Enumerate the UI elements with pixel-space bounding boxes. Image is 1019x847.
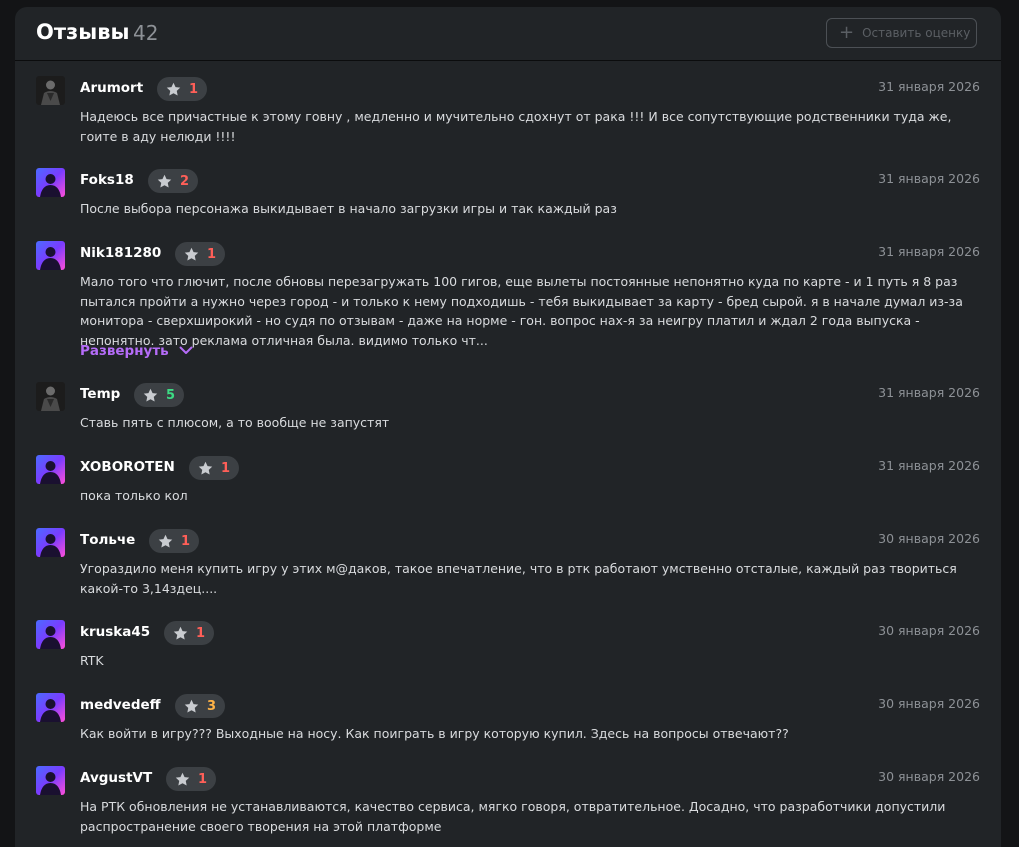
- review-text: Мало того что глючит, после обновы перез…: [80, 274, 963, 348]
- expand-button[interactable]: Развернуть: [80, 343, 193, 359]
- review-date: 31 января 2026: [878, 458, 980, 473]
- rating-badge: 1: [166, 767, 217, 791]
- review-text: После выбора персонажа выкидывает в нача…: [80, 201, 617, 216]
- review-text: Как войти в игру??? Выходные на носу. Ка…: [80, 726, 789, 741]
- rating-badge: 1: [189, 456, 240, 480]
- review-author[interactable]: medvedeff: [80, 697, 161, 713]
- rating-badge: 1: [157, 77, 208, 101]
- review-author[interactable]: Temp: [80, 386, 120, 402]
- rating-badge: 1: [164, 621, 215, 645]
- review-date: 31 января 2026: [878, 79, 980, 94]
- review-text: RTK: [80, 653, 104, 668]
- rating-value: 1: [221, 460, 231, 476]
- star-icon: [157, 174, 172, 188]
- review-text: Надеюсь все причастные к этому говну , м…: [80, 109, 952, 144]
- review-author[interactable]: Nik181280: [80, 245, 161, 261]
- leave-rating-label: Оставить оценку: [862, 26, 971, 40]
- avatar[interactable]: [36, 76, 65, 105]
- reviews-panel: Отзывы 42 + Оставить оценку Arumort 1 31 я…: [15, 7, 1001, 847]
- avatar[interactable]: [36, 241, 65, 270]
- review-date: 31 января 2026: [878, 244, 980, 259]
- review-author[interactable]: Arumort: [80, 80, 143, 96]
- review-author[interactable]: Foks18: [80, 172, 134, 188]
- chevron-down-icon: [179, 343, 193, 359]
- avatar[interactable]: [36, 382, 65, 411]
- avatar[interactable]: [36, 168, 65, 197]
- avatar[interactable]: [36, 620, 65, 649]
- review-date: 31 января 2026: [878, 385, 980, 400]
- star-icon: [173, 626, 188, 640]
- star-icon: [143, 388, 158, 402]
- rating-value: 5: [166, 387, 176, 403]
- review-date: 30 января 2026: [878, 531, 980, 546]
- rating-value: 1: [196, 625, 206, 641]
- rating-value: 1: [189, 81, 199, 97]
- star-icon: [158, 534, 173, 548]
- rating-badge: 3: [175, 694, 226, 718]
- review-text: Угораздило меня купить игру у этих м@дак…: [80, 561, 957, 596]
- review-date: 30 января 2026: [878, 623, 980, 638]
- star-icon: [184, 699, 199, 713]
- rating-value: 2: [180, 173, 190, 189]
- plus-icon: +: [839, 22, 855, 43]
- expand-label: Развернуть: [80, 343, 169, 359]
- star-icon: [166, 82, 181, 96]
- rating-value: 1: [198, 771, 208, 787]
- rating-value: 3: [207, 698, 217, 714]
- rating-badge: 5: [134, 383, 185, 407]
- avatar[interactable]: [36, 528, 65, 557]
- review-date: 31 января 2026: [878, 171, 980, 186]
- avatar[interactable]: [36, 693, 65, 722]
- rating-value: 1: [181, 533, 191, 549]
- review-author[interactable]: Тольче: [80, 532, 135, 548]
- review-date: 30 января 2026: [878, 696, 980, 711]
- reviews-count: 42: [133, 21, 159, 45]
- rating-value: 1: [207, 246, 217, 262]
- review-author[interactable]: AvgustVT: [80, 770, 152, 786]
- review-text: Ставь пять с плюсом, а то вообще не запу…: [80, 415, 390, 430]
- star-icon: [175, 772, 190, 786]
- star-icon: [198, 461, 213, 475]
- review-author[interactable]: XOBOROTEN: [80, 459, 175, 475]
- review-text: пока только кол: [80, 488, 188, 503]
- rating-badge: 1: [149, 529, 200, 553]
- rating-badge: 2: [148, 169, 199, 193]
- review-author[interactable]: kruska45: [80, 624, 150, 640]
- avatar[interactable]: [36, 455, 65, 484]
- page-title: Отзывы: [36, 20, 130, 44]
- avatar[interactable]: [36, 766, 65, 795]
- reviews-header: Отзывы 42 + Оставить оценку: [15, 7, 1001, 61]
- leave-rating-button[interactable]: + Оставить оценку: [826, 18, 977, 48]
- rating-badge: 1: [175, 242, 226, 266]
- star-icon: [184, 247, 199, 261]
- review-date: 30 января 2026: [878, 769, 980, 784]
- review-text: На РТК обновления не устанавливаются, ка…: [80, 799, 946, 834]
